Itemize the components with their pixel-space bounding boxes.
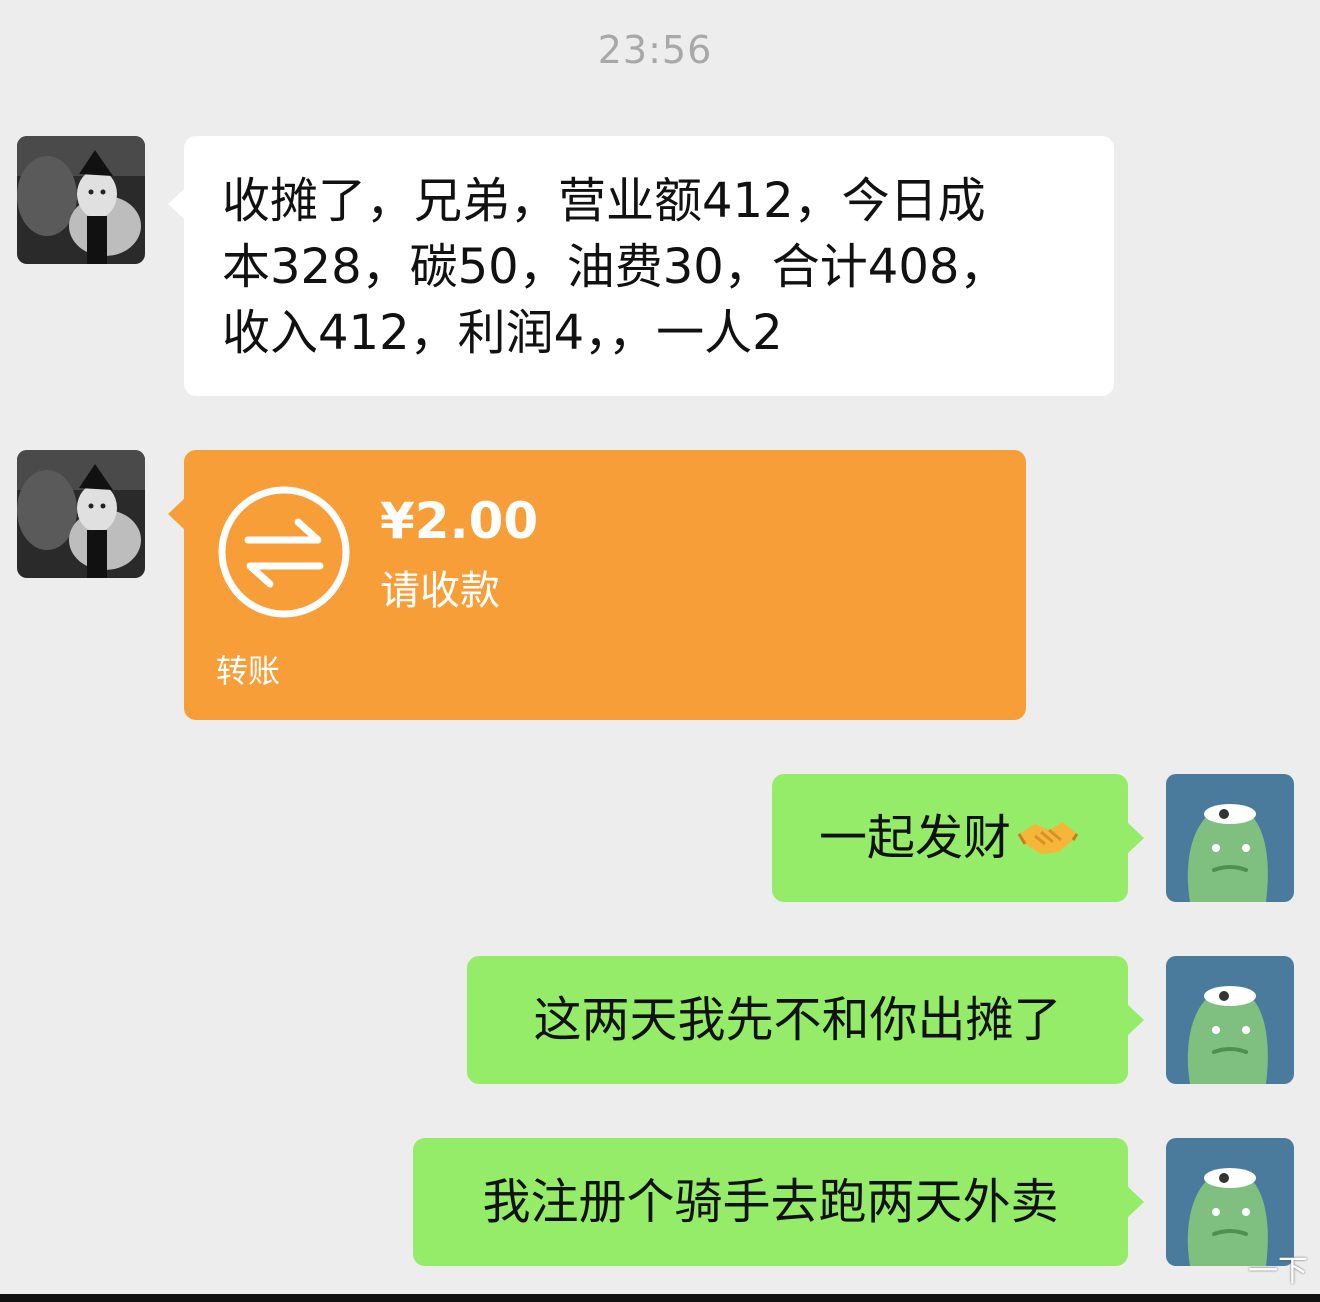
my-avatar[interactable]	[1166, 774, 1294, 902]
message-line: 收摊了，兄弟，营业额412，今日成	[222, 173, 986, 229]
watermark-text: 一下	[1248, 1254, 1308, 1289]
transfer-label: 转账	[216, 652, 281, 690]
transfer-amount: ¥2.00	[380, 492, 539, 550]
transfer-message-card[interactable]: ¥2.00 请收款 转账	[168, 450, 1026, 720]
my-avatar[interactable]	[1166, 956, 1294, 1084]
handshake-emoji-icon	[1017, 822, 1079, 854]
cartoon-avatar-icon	[1166, 956, 1294, 1084]
message-text: 一起发财	[772, 774, 1128, 902]
message-text: 这两天我先不和你出摊了	[533, 992, 1062, 1048]
incoming-message-bubble[interactable]: 收摊了，兄弟，营业额412，今日成 本328，碳50，油费30，合计408， 收…	[168, 136, 1114, 396]
bottom-edge	[0, 1294, 1320, 1302]
outgoing-message-bubble[interactable]: 这两天我先不和你出摊了	[467, 956, 1144, 1084]
outgoing-message-bubble[interactable]: 一起发财	[772, 774, 1144, 902]
friend-avatar[interactable]	[17, 450, 145, 578]
friend-avatar[interactable]	[17, 136, 145, 264]
transfer-status: 请收款	[380, 568, 500, 614]
message-text: 我注册个骑手去跑两天外卖	[482, 1174, 1059, 1230]
message-timestamp: 23:56	[597, 28, 713, 72]
cartoon-avatar-icon	[1166, 774, 1294, 902]
friend-avatar-photo	[17, 136, 145, 264]
outgoing-message-bubble[interactable]: 我注册个骑手去跑两天外卖	[413, 1138, 1144, 1266]
message-line: 本328，碳50，油费30，合计408，	[222, 239, 1008, 295]
transfer-icon	[218, 486, 350, 618]
message-content: 一起发财	[818, 810, 1011, 866]
friend-avatar-photo	[17, 450, 145, 578]
message-line: 收入412，利润4，，一人2	[222, 305, 783, 361]
